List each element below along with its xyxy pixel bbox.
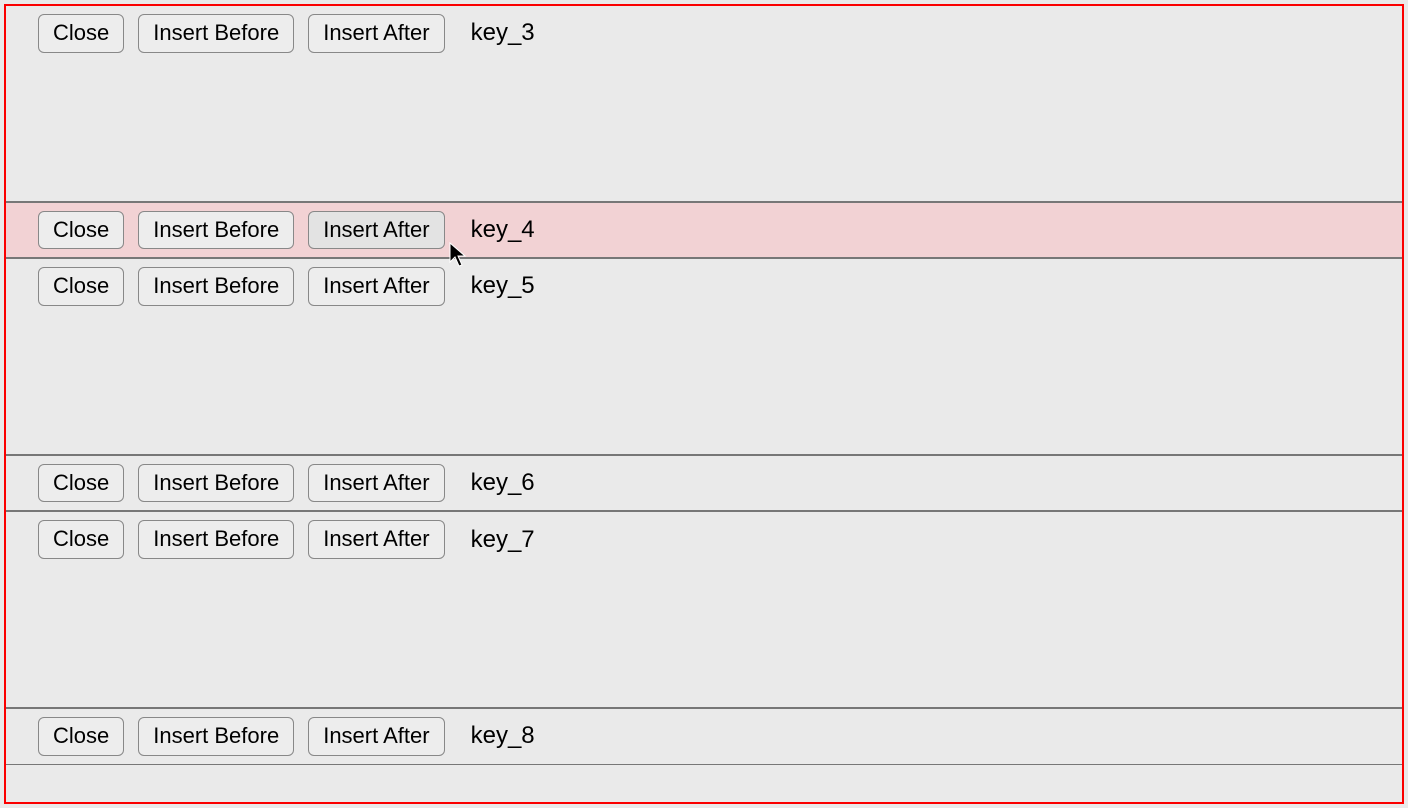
insert-before-button[interactable]: Insert Before [138,520,294,559]
row-body [6,567,1402,707]
close-button[interactable]: Close [38,267,124,306]
insert-after-button[interactable]: Insert After [308,520,444,559]
row-header: Close Insert Before Insert After key_7 [6,520,1402,567]
row-key-label: key_6 [471,469,535,497]
row-key-label: key_7 [471,526,535,554]
insert-after-button[interactable]: Insert After [308,14,444,53]
close-button[interactable]: Close [38,464,124,503]
outer-frame: Close Insert Before Insert After key_3 C… [4,4,1404,804]
row-body [6,61,1402,201]
insert-before-button[interactable]: Insert Before [138,464,294,503]
row-key-label: key_3 [471,19,535,47]
insert-before-button[interactable]: Insert Before [138,211,294,250]
insert-after-button[interactable]: Insert After [308,267,444,306]
row-header: Close Insert Before Insert After key_5 [6,267,1402,314]
insert-before-button[interactable]: Insert Before [138,14,294,53]
row-header: Close Insert Before Insert After key_3 [6,14,1402,61]
row-key-label: key_8 [471,722,535,750]
list-row: Close Insert Before Insert After key_3 [6,6,1402,202]
list-row: Close Insert Before Insert After key_4 [6,202,1402,259]
row-key-label: key_4 [471,216,535,244]
row-key-label: key_5 [471,272,535,300]
row-header: Close Insert Before Insert After key_8 [6,717,1402,764]
insert-after-button[interactable]: Insert After [308,717,444,756]
row-body [6,314,1402,454]
insert-before-button[interactable]: Insert Before [138,267,294,306]
row-header: Close Insert Before Insert After key_6 [6,464,1402,511]
close-button[interactable]: Close [38,14,124,53]
close-button[interactable]: Close [38,717,124,756]
insert-after-button[interactable]: Insert After [308,464,444,503]
close-button[interactable]: Close [38,211,124,250]
insert-before-button[interactable]: Insert Before [138,717,294,756]
row-header: Close Insert Before Insert After key_4 [6,211,1402,258]
list-row: Close Insert Before Insert After key_8 [6,708,1402,765]
close-button[interactable]: Close [38,520,124,559]
list-row: Close Insert Before Insert After key_7 [6,511,1402,708]
list-row: Close Insert Before Insert After key_6 [6,455,1402,512]
list-row: Close Insert Before Insert After key_5 [6,258,1402,455]
insert-after-button[interactable]: Insert After [308,211,444,250]
